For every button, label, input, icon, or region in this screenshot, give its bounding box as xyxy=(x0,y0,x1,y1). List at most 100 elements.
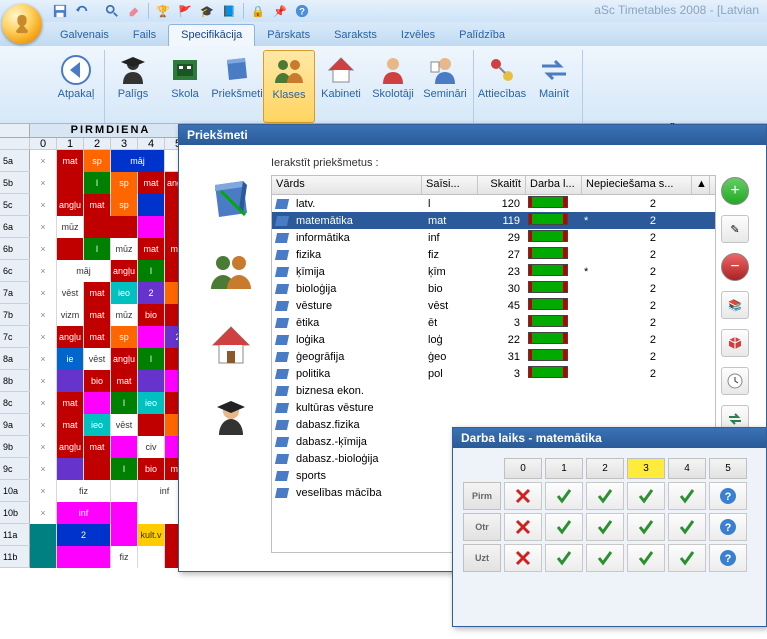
flag-icon[interactable]: 🚩 xyxy=(175,2,195,20)
timetable-cell[interactable]: vizm xyxy=(57,304,84,326)
timetable-cell[interactable]: × xyxy=(30,172,57,194)
class-label[interactable]: 11b xyxy=(0,546,30,567)
subject-row[interactable]: bioloģijabio302 xyxy=(272,280,715,297)
timetable-cell[interactable]: × xyxy=(30,502,57,524)
timetable-cell[interactable]: angļu xyxy=(57,194,84,216)
timeoff-cell[interactable] xyxy=(586,544,624,572)
timetable-cell[interactable] xyxy=(138,370,165,392)
timetable-cell[interactable] xyxy=(84,392,111,414)
timetable-cell[interactable] xyxy=(138,216,165,238)
cube-button[interactable] xyxy=(721,329,749,357)
wizard-button[interactable]: Palīgs xyxy=(107,50,159,123)
timetable-cell[interactable] xyxy=(84,216,138,238)
classes-button[interactable]: Klases xyxy=(263,50,315,123)
timetable-cell[interactable]: l xyxy=(84,238,111,260)
timetable-cell[interactable]: sp xyxy=(111,172,138,194)
timetable-cell[interactable]: × xyxy=(30,282,57,304)
pin-icon[interactable]: 📌 xyxy=(270,2,290,20)
timetable-cell[interactable]: angļu xyxy=(57,436,84,458)
change-button[interactable]: Mainīt xyxy=(528,50,580,123)
help-icon[interactable]: ? xyxy=(292,2,312,20)
menu-tab-pārskats[interactable]: Pārskats xyxy=(255,25,322,46)
teachers-button[interactable]: Skolotāji xyxy=(367,50,419,123)
subject-row[interactable]: ētikaēt32 xyxy=(272,314,715,331)
timetable-cell[interactable] xyxy=(111,524,138,546)
timeoff-cell[interactable]: ? xyxy=(709,482,747,510)
subject-row[interactable]: kultūras vēsture xyxy=(272,399,715,416)
class-label[interactable]: 10b xyxy=(0,502,30,523)
timetable-cell[interactable]: angļu xyxy=(111,260,138,282)
timetable-cell[interactable]: fiz xyxy=(111,546,138,568)
class-label[interactable]: 9b xyxy=(0,436,30,457)
timetable-cell[interactable]: × xyxy=(30,216,57,238)
timetable-cell[interactable] xyxy=(111,502,138,524)
class-label[interactable]: 5c xyxy=(0,194,30,215)
timeoff-cell[interactable] xyxy=(545,513,583,541)
timetable-cell[interactable]: vēst xyxy=(84,348,111,370)
timetable-cell[interactable]: angļu xyxy=(111,348,138,370)
class-label[interactable]: 6a xyxy=(0,216,30,237)
menu-tab-galvenais[interactable]: Galvenais xyxy=(48,25,121,46)
timetable-cell[interactable] xyxy=(138,194,165,216)
remove-button[interactable]: − xyxy=(721,253,749,281)
class-label[interactable]: 7c xyxy=(0,326,30,347)
back-button[interactable]: Atpakaļ xyxy=(50,50,102,123)
timetable-cell[interactable]: × xyxy=(30,194,57,216)
class-label[interactable]: 6b xyxy=(0,238,30,259)
timetable-cell[interactable]: × xyxy=(30,458,57,480)
timetable-cell[interactable] xyxy=(30,546,57,568)
subjects-button[interactable]: Priekšmeti xyxy=(211,50,263,123)
timetable-cell[interactable]: bio xyxy=(138,304,165,326)
class-label[interactable]: 6c xyxy=(0,260,30,281)
timeoff-cell[interactable] xyxy=(504,544,542,572)
class-label[interactable]: 11a xyxy=(0,524,30,545)
timetable-cell[interactable]: mat xyxy=(84,282,111,304)
timeoff-col-header[interactable]: 3 xyxy=(627,458,665,479)
timetable-cell[interactable]: 2 xyxy=(57,524,111,546)
class-label[interactable]: 8a xyxy=(0,348,30,369)
timeoff-cell[interactable] xyxy=(668,482,706,510)
timetable-cell[interactable]: mūz xyxy=(111,238,138,260)
timetable-cell[interactable]: × xyxy=(30,260,57,282)
class-label[interactable]: 8c xyxy=(0,392,30,413)
timetable-cell[interactable]: vēst xyxy=(57,282,84,304)
eraser-icon[interactable] xyxy=(124,2,144,20)
subject-row[interactable]: informātikainf292 xyxy=(272,229,715,246)
timetable-cell[interactable]: māj xyxy=(57,260,111,282)
timetable-cell[interactable] xyxy=(138,326,165,348)
timetable-cell[interactable]: mat xyxy=(84,304,111,326)
timetable-cell[interactable]: l xyxy=(111,458,138,480)
class-label[interactable]: 5a xyxy=(0,150,30,171)
timeoff-cell[interactable] xyxy=(504,513,542,541)
timetable-cell[interactable]: 2 xyxy=(138,282,165,304)
subject-row[interactable]: ķīmijaķīm23*2 xyxy=(272,263,715,280)
timetable-cell[interactable] xyxy=(84,458,111,480)
school-button[interactable]: Skola xyxy=(159,50,211,123)
timetable-cell[interactable]: sp xyxy=(84,150,111,172)
rooms-button[interactable]: Kabineti xyxy=(315,50,367,123)
timetable-cell[interactable]: × xyxy=(30,436,57,458)
timetable-cell[interactable]: mat xyxy=(138,238,165,260)
timetable-cell[interactable]: mat xyxy=(84,194,111,216)
timetable-cell[interactable]: bio xyxy=(84,370,111,392)
class-label[interactable]: 10a xyxy=(0,480,30,501)
timeoff-cell[interactable] xyxy=(627,544,665,572)
timetable-cell[interactable]: × xyxy=(30,304,57,326)
timeoff-row-header[interactable]: Otr xyxy=(463,513,501,541)
timetable-cell[interactable]: ie xyxy=(57,348,84,370)
subject-row[interactable]: biznesa ekon. xyxy=(272,382,715,399)
timeoff-cell[interactable] xyxy=(504,482,542,510)
timetable-cell[interactable]: fiz xyxy=(57,480,111,502)
timetable-cell[interactable]: × xyxy=(30,238,57,260)
timetable-cell[interactable]: mat xyxy=(111,370,138,392)
timetable-cell[interactable] xyxy=(138,546,165,568)
timetable-cell[interactable]: mat xyxy=(138,172,165,194)
grad-icon[interactable]: 🎓 xyxy=(197,2,217,20)
timetable-cell[interactable]: × xyxy=(30,480,57,502)
class-label[interactable]: 8b xyxy=(0,370,30,391)
timetable-cell[interactable] xyxy=(57,546,111,568)
save-icon[interactable] xyxy=(50,2,70,20)
subject-row[interactable]: loģikaloģ222 xyxy=(272,331,715,348)
timetable-cell[interactable]: l xyxy=(111,392,138,414)
timetable-cell[interactable]: māj xyxy=(111,150,165,172)
